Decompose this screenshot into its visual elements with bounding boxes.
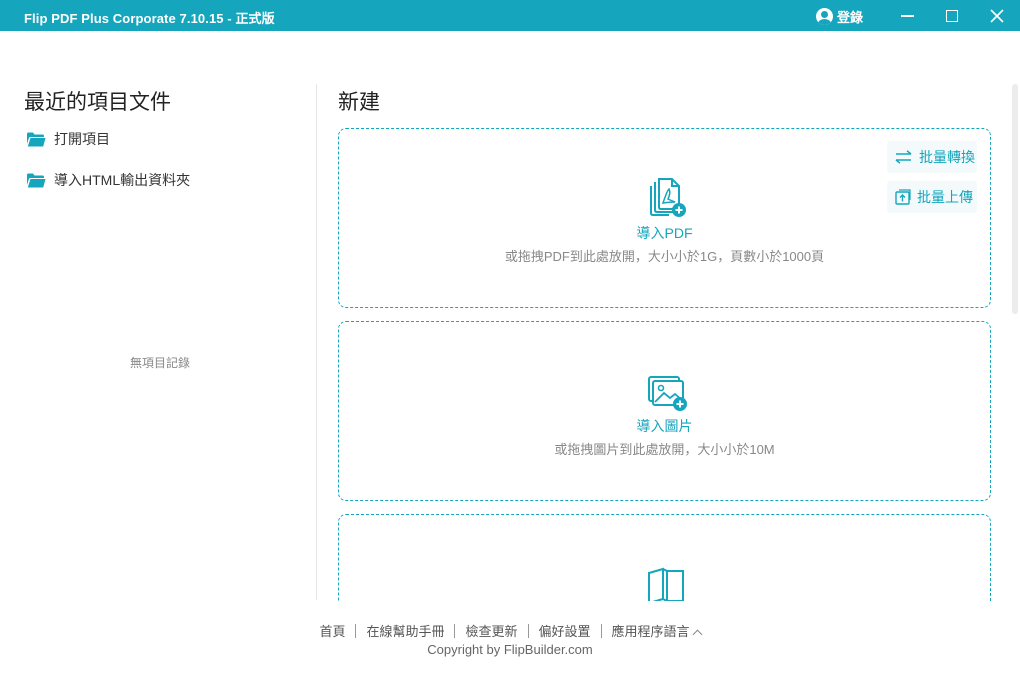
open-project-label: 打開項目 (54, 131, 110, 147)
open-project-button[interactable]: 打開項目 (26, 129, 110, 149)
import-image-card[interactable]: 導入圖片 或拖拽圖片到此處放開，大小小於10M (338, 321, 991, 501)
new-cards-area: 導入PDF 或拖拽PDF到此處放開，大小小於1G，頁數小於1000頁 批量轉換 … (338, 128, 1008, 601)
minimize-button[interactable] (892, 4, 922, 28)
import-html-folder-label: 導入HTML輸出資料夾 (54, 172, 191, 188)
batch-convert-label: 批量轉換 (919, 149, 975, 165)
login-button[interactable]: 登錄 (816, 6, 863, 26)
footer-link-online-help[interactable]: 在線幫助手冊 (356, 621, 454, 640)
minimize-icon (900, 15, 914, 17)
language-label: 應用程序語言 (611, 624, 690, 639)
chevron-up-icon (692, 629, 702, 640)
batch-upload-button[interactable]: 批量上傳 (887, 181, 977, 213)
import-pdf-label: 導入PDF (636, 225, 693, 241)
import-pdf-hint: 或拖拽PDF到此處放開，大小小於1G，頁數小於1000頁 (504, 249, 825, 264)
template-book-card[interactable] (338, 514, 991, 601)
import-html-folder-button[interactable]: 導入HTML輸出資料夾 (26, 170, 190, 190)
scrollbar[interactable] (1012, 84, 1018, 314)
import-pdf-icon (650, 178, 686, 217)
footer-links: 首頁 在線幫助手冊 檢查更新 偏好設置 應用程序語言 (0, 621, 1020, 640)
upload-icon (895, 189, 911, 205)
footer-link-language[interactable]: 應用程序語言 (602, 621, 711, 640)
folder-icon (27, 132, 46, 146)
recent-projects-title: 最近的項目文件 (24, 91, 171, 114)
batch-convert-button[interactable]: 批量轉換 (887, 141, 977, 173)
copyright-text: Copyright by FlipBuilder.com (427, 642, 593, 657)
folder-icon (27, 173, 46, 187)
new-section-title: 新建 (338, 91, 380, 114)
import-image-icon (648, 376, 687, 411)
import-image-hint: 或拖拽圖片到此處放開，大小小於10M (554, 442, 775, 457)
close-icon (990, 9, 1004, 23)
batch-upload-label: 批量上傳 (917, 189, 973, 205)
maximize-icon (946, 10, 958, 22)
import-image-label: 導入圖片 (636, 418, 693, 434)
close-button[interactable] (982, 4, 1012, 28)
maximize-button[interactable] (937, 4, 967, 28)
footer-link-check-update[interactable]: 檢查更新 (455, 621, 527, 640)
swap-arrows-icon (895, 150, 912, 164)
panel-divider (316, 84, 317, 600)
window-title: Flip PDF Plus Corporate 7.10.15 - 正式版 (24, 11, 275, 26)
footer-link-preferences[interactable]: 偏好設置 (529, 621, 601, 640)
title-bar: Flip PDF Plus Corporate 7.10.15 - 正式版 登錄 (0, 0, 1020, 31)
import-pdf-card[interactable]: 導入PDF 或拖拽PDF到此處放開，大小小於1G，頁數小於1000頁 批量轉換 … (338, 128, 991, 308)
user-avatar-icon (816, 7, 833, 25)
book-template-icon (648, 567, 684, 601)
no-project-records: 無項目記錄 (130, 356, 191, 370)
footer-link-home[interactable]: 首頁 (309, 621, 355, 640)
login-label: 登錄 (837, 9, 864, 25)
